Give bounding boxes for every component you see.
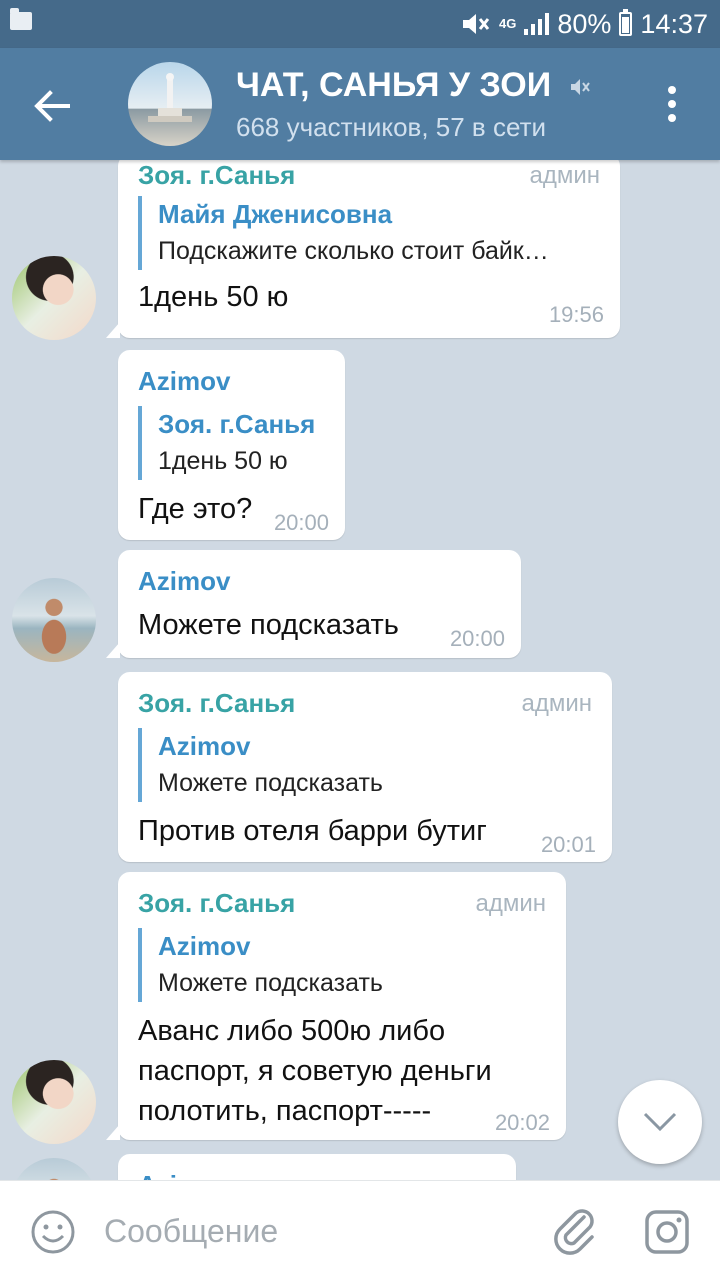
- reply-text: Подскажите сколько стоит байк…: [158, 237, 549, 265]
- message-sender[interactable]: Azimov: [138, 1170, 230, 1180]
- attach-button[interactable]: [554, 1207, 598, 1260]
- message-bubble[interactable]: Зоя. г.Санья админ Azimov Можете подсказ…: [118, 672, 612, 862]
- message-text: Можете подсказать: [138, 609, 399, 641]
- chat-area[interactable]: Зоя. г.Санья админ Майя Дженисовна Подск…: [0, 160, 720, 1180]
- scroll-down-button[interactable]: [618, 1080, 702, 1164]
- reply-sender: Azimov: [158, 931, 251, 961]
- message-sender[interactable]: Azimov: [138, 566, 230, 597]
- status-right: 4G 80% 14:37: [461, 6, 708, 42]
- battery-percent: 80%: [557, 8, 612, 39]
- message-text: паспорт, я советую деньги: [138, 1055, 492, 1087]
- chat-header: ЧАТ, САНЬЯ У ЗОИ 668 участников, 57 в се…: [0, 48, 720, 160]
- message-sender[interactable]: Зоя. г.Санья: [138, 888, 295, 919]
- network-badge: 4G: [499, 16, 517, 31]
- signal-icon: [524, 13, 550, 35]
- message-time: 19:56: [548, 302, 604, 327]
- dot-icon: [668, 86, 676, 94]
- paperclip-icon: [554, 1209, 594, 1255]
- message-time: 20:02: [494, 1110, 550, 1135]
- arrow-left-icon: [34, 90, 70, 122]
- message-bubble[interactable]: Azimov Зоя. г.Санья 1день 50 ю Где это? …: [118, 350, 345, 540]
- message-text: 1день 50 ю: [138, 281, 289, 313]
- message-bubble[interactable]: Зоя. г.Санья админ Майя Дженисовна Подск…: [106, 160, 620, 338]
- message-input[interactable]: [104, 1205, 524, 1257]
- gallery-notification-icon: [10, 8, 32, 30]
- statue-image: [148, 73, 192, 122]
- chat-title[interactable]: ЧАТ, САНЬЯ У ЗОИ: [236, 66, 591, 105]
- message-text: Где это?: [138, 493, 253, 525]
- reply-quote[interactable]: Майя Дженисовна Подскажите сколько стоит…: [138, 196, 549, 270]
- avatar[interactable]: [12, 578, 96, 662]
- reply-text: 1день 50 ю: [158, 447, 288, 475]
- smile-icon: [31, 1210, 75, 1254]
- chat-title-text: ЧАТ, САНЬЯ У ЗОИ: [236, 66, 552, 104]
- message-text: Против отеля барри бутиг: [138, 815, 487, 847]
- message-bubble[interactable]: Azimov: [118, 1154, 516, 1180]
- reply-text: Можете подсказать: [158, 769, 383, 797]
- reply-sender: Зоя. г.Санья: [158, 409, 316, 439]
- avatar[interactable]: [12, 256, 96, 340]
- avatar[interactable]: [12, 1158, 96, 1180]
- battery-icon: [619, 9, 633, 36]
- dot-icon: [668, 114, 676, 122]
- muted-icon: [570, 79, 590, 96]
- reply-sender: Майя Дженисовна: [158, 199, 393, 229]
- admin-badge: админ: [521, 690, 592, 717]
- message-sender[interactable]: Зоя. г.Санья: [138, 160, 295, 191]
- status-bar: 4G 80% 14:37: [0, 0, 720, 48]
- message-time: 20:01: [540, 832, 596, 857]
- reply-quote[interactable]: Azimov Можете подсказать: [138, 928, 383, 1002]
- message-sender[interactable]: Azimov: [138, 366, 230, 397]
- reply-text: Можете подсказать: [158, 969, 383, 997]
- camera-button[interactable]: [644, 1209, 690, 1260]
- mute-status-icon: [463, 14, 490, 34]
- reply-quote[interactable]: Azimov Можете подсказать: [138, 728, 383, 802]
- back-button[interactable]: [24, 78, 80, 134]
- message-text: Аванс либо 500ю либо: [138, 1015, 446, 1047]
- reply-quote[interactable]: Зоя. г.Санья 1день 50 ю: [138, 406, 315, 480]
- members-count: 668 участников, 57 в сети: [236, 112, 546, 142]
- message-text: полотить, паспорт-----: [138, 1095, 432, 1127]
- more-options-button[interactable]: [648, 80, 696, 128]
- message-bubble[interactable]: Azimov Можете подсказать 20:00: [106, 550, 521, 658]
- chevron-down-icon: [643, 1112, 677, 1132]
- dot-icon: [668, 100, 676, 108]
- admin-badge: админ: [529, 162, 600, 189]
- avatar[interactable]: [12, 1060, 96, 1144]
- clock: 14:37: [640, 8, 708, 39]
- message-bubble[interactable]: Зоя. г.Санья админ Azimov Можете подсказ…: [106, 872, 566, 1140]
- message-time: 20:00: [273, 510, 329, 535]
- admin-badge: админ: [475, 890, 546, 917]
- message-sender[interactable]: Зоя. г.Санья: [138, 688, 295, 719]
- message-time: 20:00: [449, 626, 505, 651]
- group-avatar[interactable]: [128, 62, 212, 146]
- reply-sender: Azimov: [158, 731, 251, 761]
- message-input-bar: [0, 1180, 720, 1280]
- emoji-button[interactable]: [30, 1209, 76, 1260]
- camera-icon: [645, 1210, 689, 1254]
